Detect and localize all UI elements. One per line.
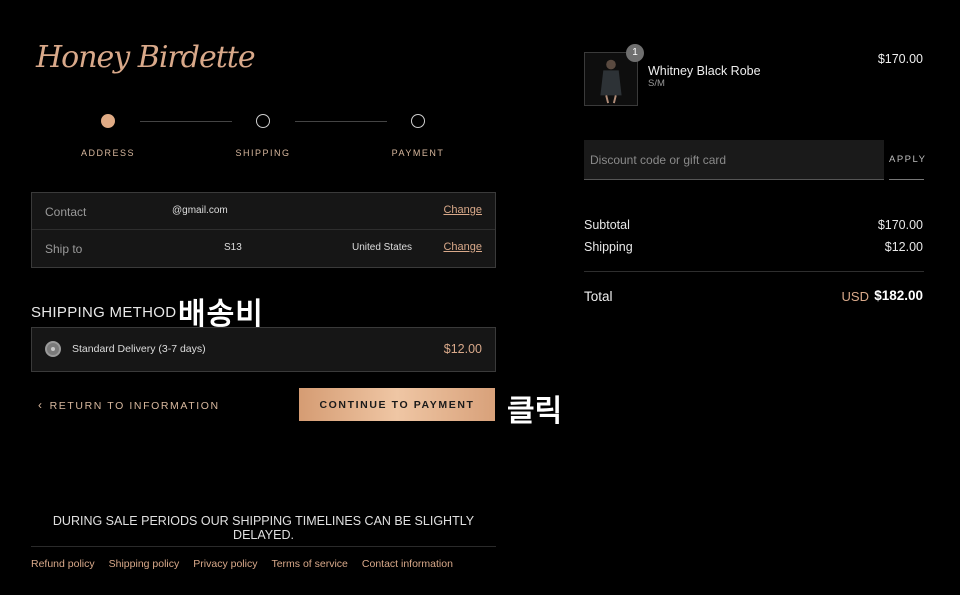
refund-policy-link[interactable]: Refund policy bbox=[31, 558, 95, 570]
shipping-delay-notice: DURING SALE PERIODS OUR SHIPPING TIMELIN… bbox=[52, 514, 475, 542]
subtotal-label: Subtotal bbox=[584, 218, 630, 232]
discount-code-input[interactable] bbox=[584, 140, 884, 180]
contact-row: Contact @gmail.com Change bbox=[32, 193, 495, 230]
footer-links: Refund policy Shipping policy Privacy po… bbox=[31, 558, 453, 570]
brand-logo[interactable]: Honey Birdette bbox=[36, 40, 256, 75]
total-currency: USD bbox=[841, 289, 869, 304]
shipping-method-title: SHIPPING METHOD bbox=[31, 304, 177, 321]
step-payment-label: PAYMENT bbox=[391, 148, 445, 158]
continue-to-payment-button[interactable]: CONTINUE TO PAYMENT bbox=[299, 388, 495, 421]
summary-divider bbox=[584, 271, 924, 272]
shipping-option-standard[interactable]: Standard Delivery (3-7 days) $12.00 bbox=[31, 327, 496, 372]
product-image bbox=[585, 53, 637, 105]
product-variant: S/M bbox=[648, 78, 665, 89]
step-address-dot bbox=[101, 114, 115, 128]
contact-value: @gmail.com bbox=[172, 205, 228, 216]
contact-information-link[interactable]: Contact information bbox=[362, 558, 453, 570]
total-label: Total bbox=[584, 289, 613, 304]
shipping-option-name: Standard Delivery (3-7 days) bbox=[72, 343, 206, 355]
subtotal-value: $170.00 bbox=[877, 218, 923, 232]
privacy-policy-link[interactable]: Privacy policy bbox=[193, 558, 257, 570]
quantity-badge: 1 bbox=[626, 44, 644, 62]
shipping-label: Shipping bbox=[584, 240, 633, 254]
shipping-policy-link[interactable]: Shipping policy bbox=[109, 558, 180, 570]
shipping-value: $12.00 bbox=[884, 240, 923, 254]
ship-to-address: S13 bbox=[224, 242, 242, 253]
apply-discount-button[interactable]: APPLY bbox=[889, 140, 925, 180]
change-ship-to-link[interactable]: Change bbox=[443, 241, 482, 253]
ship-to-country: United States bbox=[352, 242, 413, 253]
return-link-label: RETURN TO INFORMATION bbox=[49, 400, 220, 412]
contact-label: Contact bbox=[45, 205, 87, 219]
ship-to-row: Ship to S13 United States Change bbox=[32, 230, 495, 267]
total-value: $182.00 bbox=[874, 288, 923, 303]
click-annotation: 클릭 bbox=[507, 395, 563, 428]
progress-connector bbox=[140, 121, 232, 122]
product-price: $170.00 bbox=[877, 52, 923, 66]
shipping-option-radio[interactable] bbox=[45, 341, 61, 357]
progress-connector bbox=[295, 121, 387, 122]
return-to-information-link[interactable]: ‹ RETURN TO INFORMATION bbox=[38, 398, 220, 412]
chevron-left-icon: ‹ bbox=[38, 398, 44, 412]
footer-divider bbox=[31, 546, 496, 547]
ship-to-label: Ship to bbox=[45, 242, 83, 256]
terms-of-service-link[interactable]: Terms of service bbox=[271, 558, 347, 570]
step-address-label[interactable]: ADDRESS bbox=[58, 148, 158, 158]
step-shipping-label: SHIPPING bbox=[235, 148, 291, 158]
step-shipping-dot bbox=[256, 114, 270, 128]
step-payment-dot bbox=[411, 114, 425, 128]
change-contact-link[interactable]: Change bbox=[443, 204, 482, 216]
checkout-progress: ADDRESS SHIPPING PAYMENT bbox=[60, 112, 480, 172]
review-box: Contact @gmail.com Change Ship to S13 Un… bbox=[31, 192, 496, 268]
product-name: Whitney Black Robe bbox=[648, 64, 761, 78]
shipping-option-price: $12.00 bbox=[443, 342, 482, 356]
